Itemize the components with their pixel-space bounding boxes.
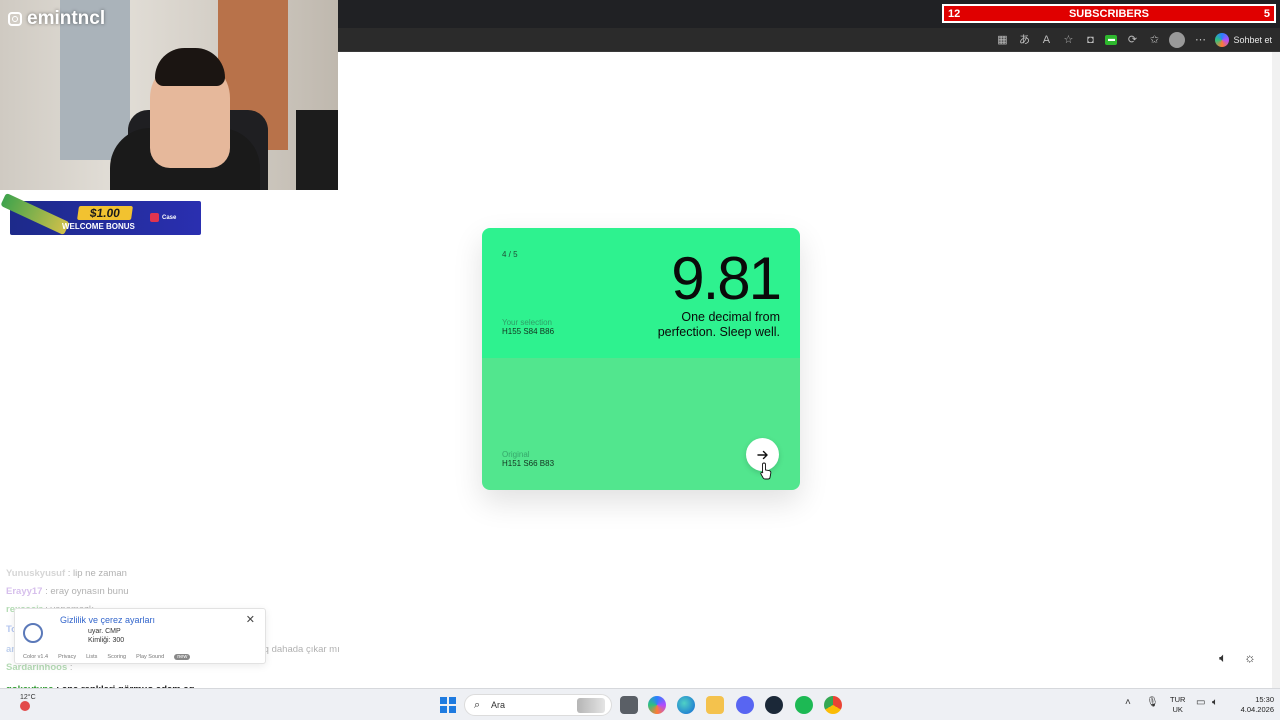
cookie-consent-popup: Gizlilik ve çerez ayarları uyar. CMP Kim…	[14, 608, 266, 664]
original-label: Original	[502, 450, 530, 459]
selection-value: H155 S84 B86	[502, 327, 555, 336]
brand-logo-icon	[150, 213, 159, 222]
search-placeholder: Ara	[491, 700, 506, 710]
extension-icon[interactable]: ◘	[1083, 33, 1097, 47]
streamer-name-label: emintncl	[27, 8, 106, 29]
edge-icon[interactable]	[677, 696, 695, 714]
webcam-overlay: emintncl	[0, 0, 338, 190]
chrome-icon[interactable]	[824, 696, 842, 714]
result-card: 4 / 5 9.81 One decimal from perfection. …	[482, 228, 800, 490]
new-badge: new	[174, 654, 191, 660]
chat-text: : lip ne zaman	[65, 568, 127, 579]
streamer-name: emintncl	[8, 8, 105, 30]
subscriber-label: SUBSCRIBERS	[1068, 8, 1150, 20]
version-label: Color v1.4	[23, 654, 49, 660]
copilot-icon	[1215, 33, 1230, 47]
original-color-panel: Original H151 S66 B83	[482, 358, 800, 490]
language-line-2: UK	[1172, 705, 1183, 714]
more-icon[interactable]: ⋯	[1193, 33, 1207, 47]
volume-icon[interactable]: 🔈︎	[1212, 697, 1218, 708]
privacy-link[interactable]: Privacy	[58, 654, 76, 660]
promo-amount: $1.00	[77, 206, 133, 220]
original-value: H151 S66 B83	[502, 459, 555, 468]
remark-line-2: perfection. Sleep well.	[657, 325, 780, 339]
copilot-app-icon[interactable]	[648, 696, 666, 714]
grid-icon[interactable]: ▦	[995, 33, 1009, 47]
chat-message: Yunuskyusuf : lip ne zaman	[6, 568, 127, 579]
sync-icon[interactable]: ⟳	[1125, 33, 1139, 47]
chat-username: Yunuskyusuf	[6, 568, 66, 579]
language-line-1: TUR	[1170, 695, 1186, 704]
promo-brand-label: Case	[162, 214, 177, 221]
extension-green-icon[interactable]: ▬	[1105, 35, 1118, 45]
score-remark: One decimal from perfection. Sleep well.	[600, 310, 780, 340]
weather-temp: 12°C	[20, 694, 36, 701]
close-icon[interactable]: ✕	[246, 613, 255, 626]
read-aloud-icon[interactable]: A	[1039, 33, 1053, 47]
clock-time: 15:30	[1255, 695, 1274, 704]
subscriber-goal-banner: 12 SUBSCRIBERS 5	[942, 4, 1276, 23]
round-indicator: 4 / 5	[502, 250, 518, 259]
selection-color-panel: 4 / 5 9.81 One decimal from perfection. …	[482, 228, 800, 358]
copilot-button[interactable]: Sohbet et	[1215, 33, 1272, 47]
promo-brand: Case	[150, 213, 176, 222]
favorite-icon[interactable]: ☆	[1061, 33, 1075, 47]
favorites-bar-icon[interactable]: ✩	[1147, 33, 1161, 47]
chat-username: Erayy17	[6, 586, 43, 597]
screen: ▦ あ A ☆ ◘ ▬ ⟳ ✩ ⋯ Sohbet et 12 SUBSCRIBE…	[0, 0, 1280, 720]
cookie-text-label: uyar. CMP	[88, 628, 121, 635]
play-sound-link[interactable]: Play Sound	[136, 654, 164, 660]
chat-text: : eray oynasın bunu	[42, 586, 129, 597]
start-button[interactable]	[440, 697, 456, 713]
language-indicator[interactable]: TUR UK	[1170, 695, 1185, 715]
page-scrollbar[interactable]	[1272, 52, 1280, 688]
cookie-id: Kimliği: 300	[88, 637, 125, 644]
discord-icon[interactable]	[736, 696, 754, 714]
scoring-link[interactable]: Scoring	[107, 654, 126, 660]
folder-icon[interactable]	[706, 696, 724, 714]
speaker-icon: 🔈︎	[1219, 650, 1227, 665]
network-icon[interactable]: ▭	[1196, 697, 1205, 708]
copilot-label: Sohbet et	[1233, 35, 1272, 45]
instagram-icon	[8, 12, 22, 26]
steam-icon[interactable]	[765, 696, 783, 714]
search-highlight-icon	[577, 698, 605, 713]
theme-toggle-button[interactable]: ☼	[1241, 649, 1259, 667]
lists-link[interactable]: Lists	[86, 654, 97, 660]
promo-banner: $1.00 WELCOME BONUS Case	[0, 192, 201, 236]
profile-icon[interactable]	[1169, 32, 1186, 48]
translate-icon[interactable]: あ	[1017, 33, 1031, 47]
score: 9.81	[671, 245, 782, 312]
weather-icon	[20, 701, 30, 711]
taskbar: 12°C ⌕ Ara ˄ 🎙︎ TUR UK ▭ 🔈︎ 15:30 4.04.2…	[0, 688, 1280, 720]
taskbar-search[interactable]: ⌕ Ara	[464, 694, 612, 716]
chat-message: Erayy17 : eray oynasın bunu	[6, 586, 129, 597]
selection-label: Your selection	[502, 318, 552, 327]
cookie-text: uyar. CMP	[88, 628, 121, 635]
subscriber-goal: 5	[1263, 8, 1270, 20]
clock[interactable]: 15:30 4.04.2026	[1234, 695, 1274, 715]
remark-line-1: One decimal from	[681, 310, 780, 324]
promo-label: WELCOME BONUS	[62, 222, 135, 231]
microphone-icon[interactable]: 🎙︎	[1146, 697, 1159, 708]
cookie-links: Color v1.4 Privacy Lists Scoring Play So…	[23, 654, 191, 660]
chevron-up-icon[interactable]: ˄	[1125, 697, 1131, 708]
arrow-right-icon	[756, 450, 768, 459]
hand-cursor-icon	[760, 462, 772, 480]
search-icon: ⌕	[474, 699, 481, 711]
sound-toggle-button[interactable]: 🔈︎	[1214, 649, 1232, 667]
file-manager-icon[interactable]	[620, 696, 638, 714]
spotify-icon[interactable]	[795, 696, 813, 714]
cookie-title[interactable]: Gizlilik ve çerez ayarları	[60, 615, 155, 625]
shield-icon	[23, 623, 43, 643]
sun-icon: ☼	[1244, 650, 1256, 665]
clock-date: 4.04.2026	[1240, 705, 1274, 714]
